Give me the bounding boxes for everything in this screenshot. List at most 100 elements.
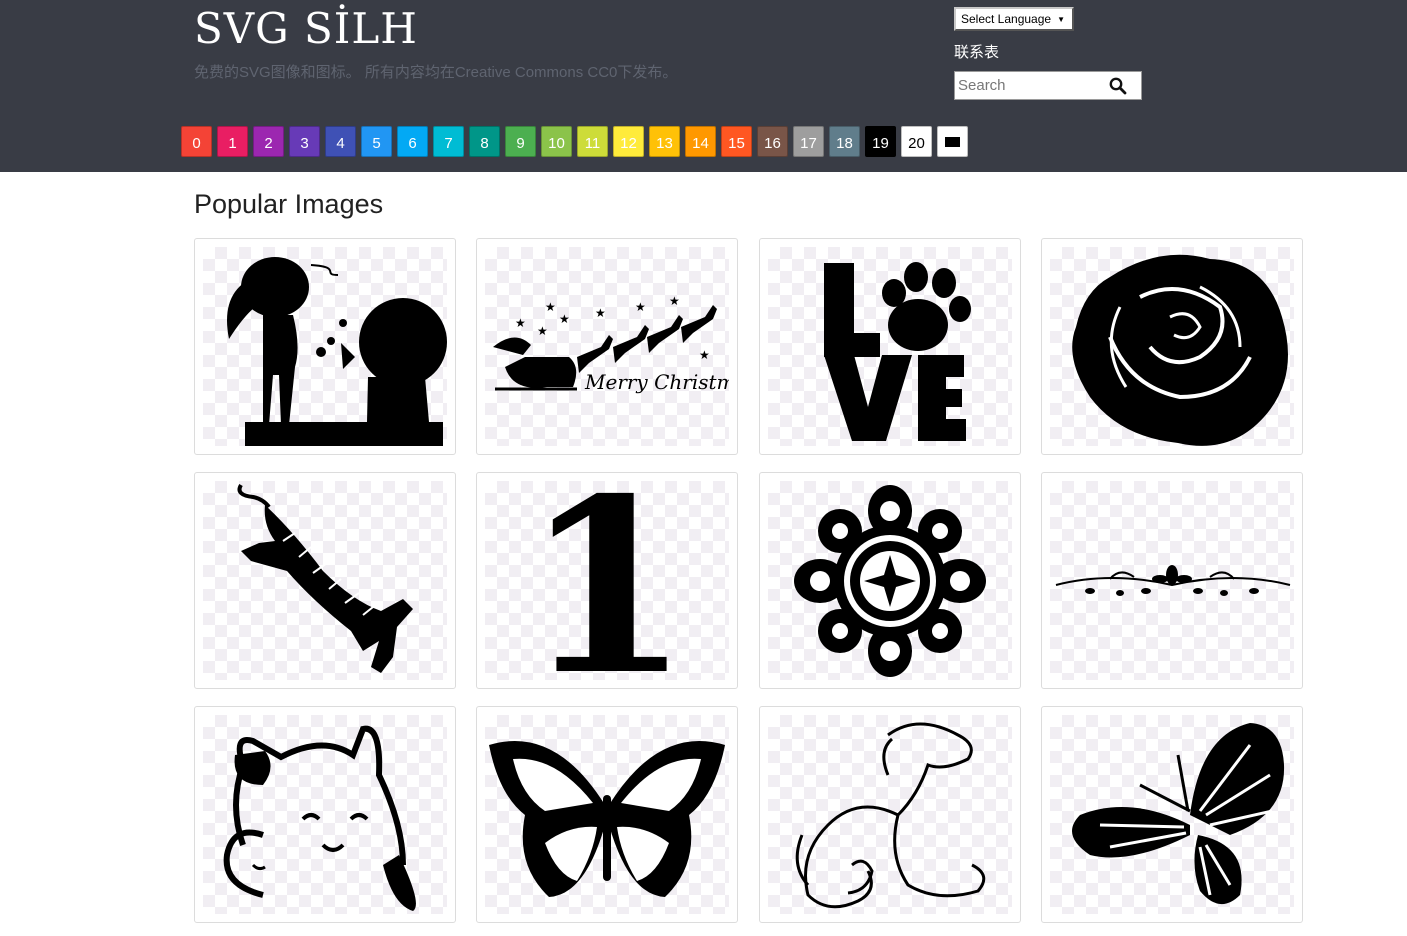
color-swatch-2[interactable]: 2 [253,126,284,157]
color-swatch-11[interactable]: 11 [577,126,608,157]
image-card-couple-silhouette[interactable] [194,238,456,455]
color-swatch-19[interactable]: 19 [865,126,896,157]
color-swatch-label: 4 [336,135,345,152]
rose-image [1072,254,1288,446]
color-swatch-label: 8 [480,135,489,152]
santa-sleigh-image: ★★★★ ★★★★ Merry Christmas [493,294,729,394]
color-swatch-1[interactable]: 1 [217,126,248,157]
tiger-image [237,483,413,673]
color-swatch-label: 15 [728,135,745,152]
color-swatch-label: 7 [444,135,453,152]
color-swatch-label: 14 [692,135,709,152]
site-logo[interactable]: SVG SİLH [194,4,418,53]
image-card-love-paw[interactable] [759,238,1021,455]
language-select[interactable]: Select Language ▼ [954,7,1074,31]
color-swatch-5[interactable]: 5 [361,126,392,157]
number-one-glyph: 1 [524,481,691,680]
svg-text:★: ★ [699,348,710,362]
color-swatch-label: 3 [300,135,309,152]
image-thumbnail: 1 [485,481,729,680]
image-thumbnail [203,481,447,680]
site-header: SVG SİLH 免费的SVG图像和图标。 所有内容均在Creative Com… [0,0,1407,172]
svg-text:★: ★ [537,324,548,338]
image-thumbnail [203,247,447,446]
image-card-mandala[interactable] [759,472,1021,689]
image-thumbnail [1050,715,1294,914]
color-swatch-black-rectangle[interactable] [937,126,968,157]
image-card-floral-divider[interactable] [1041,472,1303,689]
color-swatch-7[interactable]: 7 [433,126,464,157]
image-card-dog-cat[interactable] [759,706,1021,923]
color-swatch-0[interactable]: 0 [181,126,212,157]
svg-text:★: ★ [595,306,606,320]
contact-link[interactable]: 联系表 [954,41,999,62]
color-swatch-label: 0 [192,135,201,152]
merry-christmas-caption: Merry Christmas [584,370,729,394]
color-swatch-13[interactable]: 13 [649,126,680,157]
svg-text:★: ★ [559,312,570,326]
image-card-lucky-cat[interactable] [194,706,456,923]
color-swatch-14[interactable]: 14 [685,126,716,157]
number-one-image: 1 [524,481,691,680]
image-thumbnail [485,715,729,914]
floral-divider-image [1055,565,1291,596]
color-swatch-label: 5 [372,135,381,152]
color-swatch-4[interactable]: 4 [325,126,356,157]
image-thumbnail [1050,481,1294,680]
image-card-butterfly[interactable] [1041,706,1303,923]
color-swatch-label: 20 [908,135,925,152]
image-thumbnail [1050,247,1294,446]
black-rectangle-icon [945,137,960,148]
image-card-tiger[interactable] [194,472,456,689]
color-swatch-label: 12 [620,135,637,152]
color-swatch-18[interactable]: 18 [829,126,860,157]
color-swatch-20[interactable]: 20 [901,126,932,157]
color-swatch-8[interactable]: 8 [469,126,500,157]
color-swatch-12[interactable]: 12 [613,126,644,157]
search-box [954,71,1142,100]
color-swatch-label: 2 [264,135,273,152]
color-swatch-15[interactable]: 15 [721,126,752,157]
color-swatch-label: 1 [228,135,237,152]
image-card-rose[interactable] [1041,238,1303,455]
svg-text:★: ★ [515,316,526,330]
image-thumbnail [768,481,1012,680]
color-swatch-label: 13 [656,135,673,152]
image-card-number-one[interactable]: 1 [476,472,738,689]
color-swatch-label: 9 [516,135,525,152]
image-card-monarch-butterfly[interactable] [476,706,738,923]
color-swatch-label: 17 [800,135,817,152]
color-swatch-16[interactable]: 16 [757,126,788,157]
dog-cat-image [795,722,986,909]
color-swatch-label: 10 [548,135,565,152]
color-swatch-9[interactable]: 9 [505,126,536,157]
image-thumbnail [203,715,447,914]
color-swatch-label: 6 [408,135,417,152]
chevron-down-icon: ▼ [1057,14,1065,24]
section-title: Popular Images [194,189,384,219]
search-input[interactable] [955,72,1108,99]
site-tagline: 免费的SVG图像和图标。 所有内容均在Creative Commons CC0下… [194,64,678,81]
color-swatch-label: 11 [584,135,601,152]
love-paw-image [824,262,971,441]
image-thumbnail: ★★★★ ★★★★ Merry Christmas [485,247,729,446]
color-swatch-6[interactable]: 6 [397,126,428,157]
image-thumbnail [768,247,1012,446]
color-swatch-17[interactable]: 17 [793,126,824,157]
color-swatch-label: 16 [764,135,781,152]
color-swatch-label: 18 [836,135,853,152]
image-card-santa-sleigh[interactable]: ★★★★ ★★★★ Merry Christmas [476,238,738,455]
search-icon[interactable] [1109,77,1127,95]
image-thumbnail [768,715,1012,914]
svg-text:★: ★ [635,300,646,314]
butterfly-image [1072,723,1285,905]
color-swatch-3[interactable]: 3 [289,126,320,157]
color-swatch-label: 19 [872,135,889,152]
lucky-cat-image [223,725,416,911]
mandala-image [794,485,986,677]
color-swatch-10[interactable]: 10 [541,126,572,157]
svg-text:★: ★ [669,294,680,308]
language-select-label: Select Language [961,12,1052,26]
couple-silhouette-image [227,257,447,446]
svg-text:★: ★ [545,300,556,314]
